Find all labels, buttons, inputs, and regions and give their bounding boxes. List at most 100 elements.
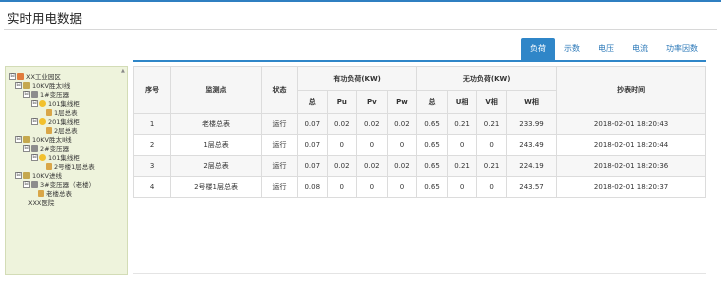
- tab-voltage[interactable]: 电压: [589, 38, 623, 60]
- cell-q-total: 0.65: [416, 113, 448, 135]
- collapse-toggle-icon[interactable]: ⊟: [31, 117, 38, 125]
- cell-pw: 0: [386, 134, 418, 156]
- cell-point: 2层总表: [170, 155, 262, 177]
- cell-time: 2018-02-01 18:20:36: [556, 155, 706, 177]
- transformer-icon: [31, 144, 38, 152]
- col-header-active-load: 有功负荷(KW): [296, 66, 418, 91]
- cell-status: 运行: [260, 176, 299, 198]
- cell-seq: 4: [132, 176, 172, 198]
- line-icon: [23, 135, 30, 143]
- cell-status: 运行: [260, 134, 299, 156]
- park-icon: [17, 72, 24, 80]
- cell-status: 运行: [260, 155, 299, 177]
- cell-pu: 0: [326, 134, 358, 156]
- cell-time: 2018-02-01 18:20:43: [556, 113, 706, 135]
- col-header-reactive-load: 无功负荷(KW): [416, 66, 558, 91]
- collapse-toggle-icon[interactable]: ⊟: [9, 72, 16, 80]
- cell-qu: 0: [446, 176, 478, 198]
- cell-point: 1层总表: [170, 134, 262, 156]
- load-table-container: 序号 监测点 状态 有功负荷(KW) 无功负荷(KW) 抄表时间 总 Pu Pv…: [132, 66, 706, 198]
- meter-icon: [46, 126, 52, 134]
- cell-pu: 0: [326, 176, 358, 198]
- cell-pu: 0.02: [326, 113, 358, 135]
- cell-p-total: 0.07: [297, 134, 328, 156]
- tab-load[interactable]: 负荷: [521, 38, 555, 60]
- meter-icon: [46, 162, 52, 170]
- cell-qv: 0.21: [476, 155, 507, 177]
- col-header-pu: Pu: [326, 90, 358, 114]
- col-header-q-total: 总: [416, 90, 448, 114]
- collapse-toggle-icon[interactable]: ⊟: [15, 171, 22, 179]
- cell-qw: 243.49: [505, 134, 558, 156]
- col-header-v-phase: V相: [476, 90, 507, 114]
- cell-time: 2018-02-01 18:20:44: [556, 134, 706, 156]
- col-header-point: 监测点: [170, 66, 262, 114]
- cell-seq: 2: [132, 134, 172, 156]
- collapse-toggle-icon[interactable]: ⊟: [23, 144, 30, 152]
- cell-point: 2号楼1层总表: [170, 176, 262, 198]
- transformer-icon: [31, 90, 38, 98]
- meter-icon: [46, 108, 52, 116]
- collapse-toggle-icon[interactable]: ⊟: [15, 135, 22, 143]
- page-title: 实时用电数据: [7, 11, 83, 26]
- collapse-toggle-icon[interactable]: ⊟: [23, 90, 30, 98]
- tree-node-label: XXX医院: [28, 199, 55, 207]
- line-icon: [23, 171, 30, 179]
- cabinet-icon: [39, 117, 46, 125]
- metric-tabs: 负荷 示数 电压 电流 功率因数: [521, 38, 707, 60]
- table-row[interactable]: 1 老楼总表 运行 0.07 0.02 0.02 0.02 0.65 0.21 …: [132, 113, 706, 135]
- tab-reading[interactable]: 示数: [555, 38, 589, 60]
- col-header-w-phase: W相: [505, 90, 558, 114]
- col-header-pw: Pw: [386, 90, 418, 114]
- col-header-seq: 序号: [132, 66, 172, 114]
- tab-power-factor[interactable]: 功率因数: [657, 38, 707, 60]
- cell-pv: 0.02: [356, 113, 388, 135]
- col-header-read-time: 抄表时间: [556, 66, 706, 114]
- cell-seq: 1: [132, 113, 172, 135]
- cell-qw: 233.99: [505, 113, 558, 135]
- cell-q-total: 0.65: [416, 134, 448, 156]
- collapse-toggle-icon[interactable]: ⊟: [23, 180, 30, 188]
- collapse-toggle-icon[interactable]: ⊟: [31, 99, 38, 107]
- cell-pw: 0: [386, 176, 418, 198]
- cell-time: 2018-02-01 18:20:37: [556, 176, 706, 198]
- col-header-p-total: 总: [297, 90, 328, 114]
- col-header-u-phase: U相: [446, 90, 478, 114]
- table-row[interactable]: 2 1层总表 运行 0.07 0 0 0 0.65 0 0 243.49 201…: [132, 134, 706, 156]
- cell-qu: 0.21: [446, 155, 478, 177]
- cell-p-total: 0.07: [297, 155, 328, 177]
- tab-current[interactable]: 电流: [623, 38, 657, 60]
- tab-underline: [133, 60, 706, 62]
- cell-p-total: 0.07: [297, 113, 328, 135]
- cell-point: 老楼总表: [170, 113, 262, 135]
- line-icon: [23, 81, 30, 89]
- tree-node-hospital[interactable]: XXX医院: [28, 197, 54, 207]
- title-divider: [4, 29, 717, 30]
- cell-q-total: 0.65: [416, 155, 448, 177]
- cell-qu: 0.21: [446, 113, 478, 135]
- collapse-toggle-icon[interactable]: ⊟: [15, 81, 22, 89]
- load-table: 序号 监测点 状态 有功负荷(KW) 无功负荷(KW) 抄表时间 总 Pu Pv…: [132, 66, 706, 198]
- cell-pw: 0.02: [386, 155, 418, 177]
- cell-pv: 0.02: [356, 155, 388, 177]
- meter-icon: [38, 189, 44, 197]
- collapse-toggle-icon[interactable]: ⊟: [31, 153, 38, 161]
- top-accent-line: [0, 0, 721, 2]
- cell-q-total: 0.65: [416, 176, 448, 198]
- cell-pv: 0: [356, 176, 388, 198]
- cell-seq: 3: [132, 155, 172, 177]
- cell-qw: 243.57: [505, 176, 558, 198]
- cabinet-icon: [39, 153, 46, 161]
- table-row[interactable]: 3 2层总表 运行 0.07 0.02 0.02 0.02 0.65 0.21 …: [132, 155, 706, 177]
- table-row[interactable]: 4 2号楼1层总表 运行 0.08 0 0 0 0.65 0 0 243.57 …: [132, 176, 706, 198]
- cell-p-total: 0.08: [297, 176, 328, 198]
- cell-qv: 0: [476, 134, 507, 156]
- cell-qv: 0.21: [476, 113, 507, 135]
- cell-qv: 0: [476, 176, 507, 198]
- cell-status: 运行: [260, 113, 299, 135]
- col-header-pv: Pv: [356, 90, 388, 114]
- scroll-up-icon[interactable]: ▲: [121, 69, 126, 74]
- cell-qu: 0: [446, 134, 478, 156]
- cabinet-icon: [39, 99, 46, 107]
- device-tree[interactable]: ▲ ⊟ XX工业园区 ⊟ 10KV胜太Ⅰ线 ⊟ 1#变压器 ⊟ 101集线柜 1…: [5, 66, 128, 275]
